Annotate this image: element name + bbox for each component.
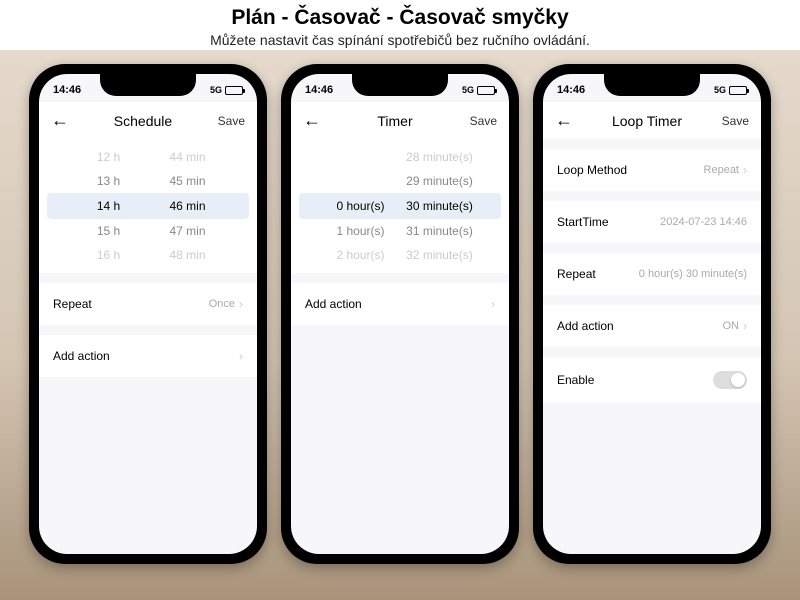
duration-picker[interactable]: 28 minute(s) 29 minute(s) 0 hour(s)30 mi…	[291, 139, 509, 273]
phone-schedule: 14:46 5G ← Schedule Save 12 h44 min 13 h…	[29, 64, 267, 564]
enable-label: Enable	[557, 373, 594, 387]
nav-bar: ← Loop Timer Save	[543, 102, 761, 139]
picker-hour: 14 h	[69, 199, 148, 213]
loop-method-row[interactable]: Loop Method Repeat ›	[543, 149, 761, 191]
enable-row: Enable	[543, 357, 761, 403]
picker-hour: 15 h	[69, 224, 148, 238]
start-time-label: StartTime	[557, 215, 609, 229]
add-action-label: Add action	[557, 319, 614, 333]
add-action-label: Add action	[305, 297, 362, 311]
nav-bar: ← Schedule Save	[39, 102, 257, 139]
battery-icon	[477, 86, 495, 95]
chevron-right-icon: ›	[491, 297, 495, 311]
notch	[100, 74, 196, 96]
notch	[352, 74, 448, 96]
picker-hour	[321, 150, 400, 164]
status-time: 14:46	[53, 84, 81, 96]
chevron-right-icon: ›	[239, 297, 243, 311]
screen-title: Schedule	[71, 113, 215, 129]
picker-min: 45 min	[148, 174, 227, 188]
repeat-row[interactable]: Repeat 0 hour(s) 30 minute(s)	[543, 253, 761, 295]
add-action-value: ON	[723, 320, 740, 332]
repeat-value: 0 hour(s) 30 minute(s)	[639, 268, 747, 280]
save-button[interactable]: Save	[467, 114, 497, 128]
time-picker[interactable]: 12 h44 min 13 h45 min 14 h46 min 15 h47 …	[39, 139, 257, 273]
phone-timer: 14:46 5G ← Timer Save 28 minute(s) 29 mi…	[281, 64, 519, 564]
screen-title: Loop Timer	[575, 113, 719, 129]
repeat-value: Once	[209, 298, 235, 310]
add-action-row[interactable]: Add action ›	[291, 283, 509, 325]
back-button[interactable]: ←	[51, 110, 71, 131]
picker-min: 48 min	[148, 248, 227, 262]
status-network: 5G	[210, 85, 222, 95]
chevron-right-icon: ›	[239, 349, 243, 363]
picker-min: 32 minute(s)	[400, 248, 479, 262]
back-button[interactable]: ←	[303, 110, 323, 131]
nav-bar: ← Timer Save	[291, 102, 509, 139]
phone-loop-timer: 14:46 5G ← Loop Timer Save Loop Method R…	[533, 64, 771, 564]
notch	[604, 74, 700, 96]
repeat-label: Repeat	[557, 267, 596, 281]
picker-hour: 0 hour(s)	[321, 199, 400, 213]
page-title: Plán - Časovač - Časovač smyčky	[0, 6, 800, 30]
picker-min: 46 min	[148, 199, 227, 213]
loop-method-value: Repeat	[704, 164, 739, 176]
start-time-row[interactable]: StartTime 2024-07-23 14:46	[543, 201, 761, 243]
picker-hour	[321, 174, 400, 188]
enable-toggle[interactable]	[713, 371, 747, 389]
battery-icon	[729, 86, 747, 95]
picker-hour: 13 h	[69, 174, 148, 188]
status-network: 5G	[714, 85, 726, 95]
add-action-row[interactable]: Add action ›	[39, 335, 257, 377]
status-time: 14:46	[557, 84, 585, 96]
picker-min: 30 minute(s)	[400, 199, 479, 213]
page-subtitle: Můžete nastavit čas spínání spotřebičů b…	[0, 32, 800, 48]
status-network: 5G	[462, 85, 474, 95]
battery-icon	[225, 86, 243, 95]
picker-min: 28 minute(s)	[400, 150, 479, 164]
picker-min: 47 min	[148, 224, 227, 238]
repeat-label: Repeat	[53, 297, 92, 311]
status-time: 14:46	[305, 84, 333, 96]
picker-min: 29 minute(s)	[400, 174, 479, 188]
add-action-row[interactable]: Add action ON›	[543, 305, 761, 347]
repeat-row[interactable]: Repeat Once ›	[39, 283, 257, 325]
back-button[interactable]: ←	[555, 110, 575, 131]
page-header: Plán - Časovač - Časovač smyčky Můžete n…	[0, 0, 800, 50]
chevron-right-icon: ›	[743, 163, 747, 177]
start-time-value: 2024-07-23 14:46	[660, 216, 747, 228]
save-button[interactable]: Save	[719, 114, 749, 128]
picker-hour: 2 hour(s)	[321, 248, 400, 262]
phones-container: 14:46 5G ← Schedule Save 12 h44 min 13 h…	[0, 50, 800, 564]
picker-hour: 12 h	[69, 150, 148, 164]
screen-title: Timer	[323, 113, 467, 129]
picker-hour: 16 h	[69, 248, 148, 262]
loop-method-label: Loop Method	[557, 163, 627, 177]
save-button[interactable]: Save	[215, 114, 245, 128]
chevron-right-icon: ›	[743, 319, 747, 333]
picker-min: 44 min	[148, 150, 227, 164]
add-action-label: Add action	[53, 349, 110, 363]
picker-hour: 1 hour(s)	[321, 224, 400, 238]
picker-min: 31 minute(s)	[400, 224, 479, 238]
